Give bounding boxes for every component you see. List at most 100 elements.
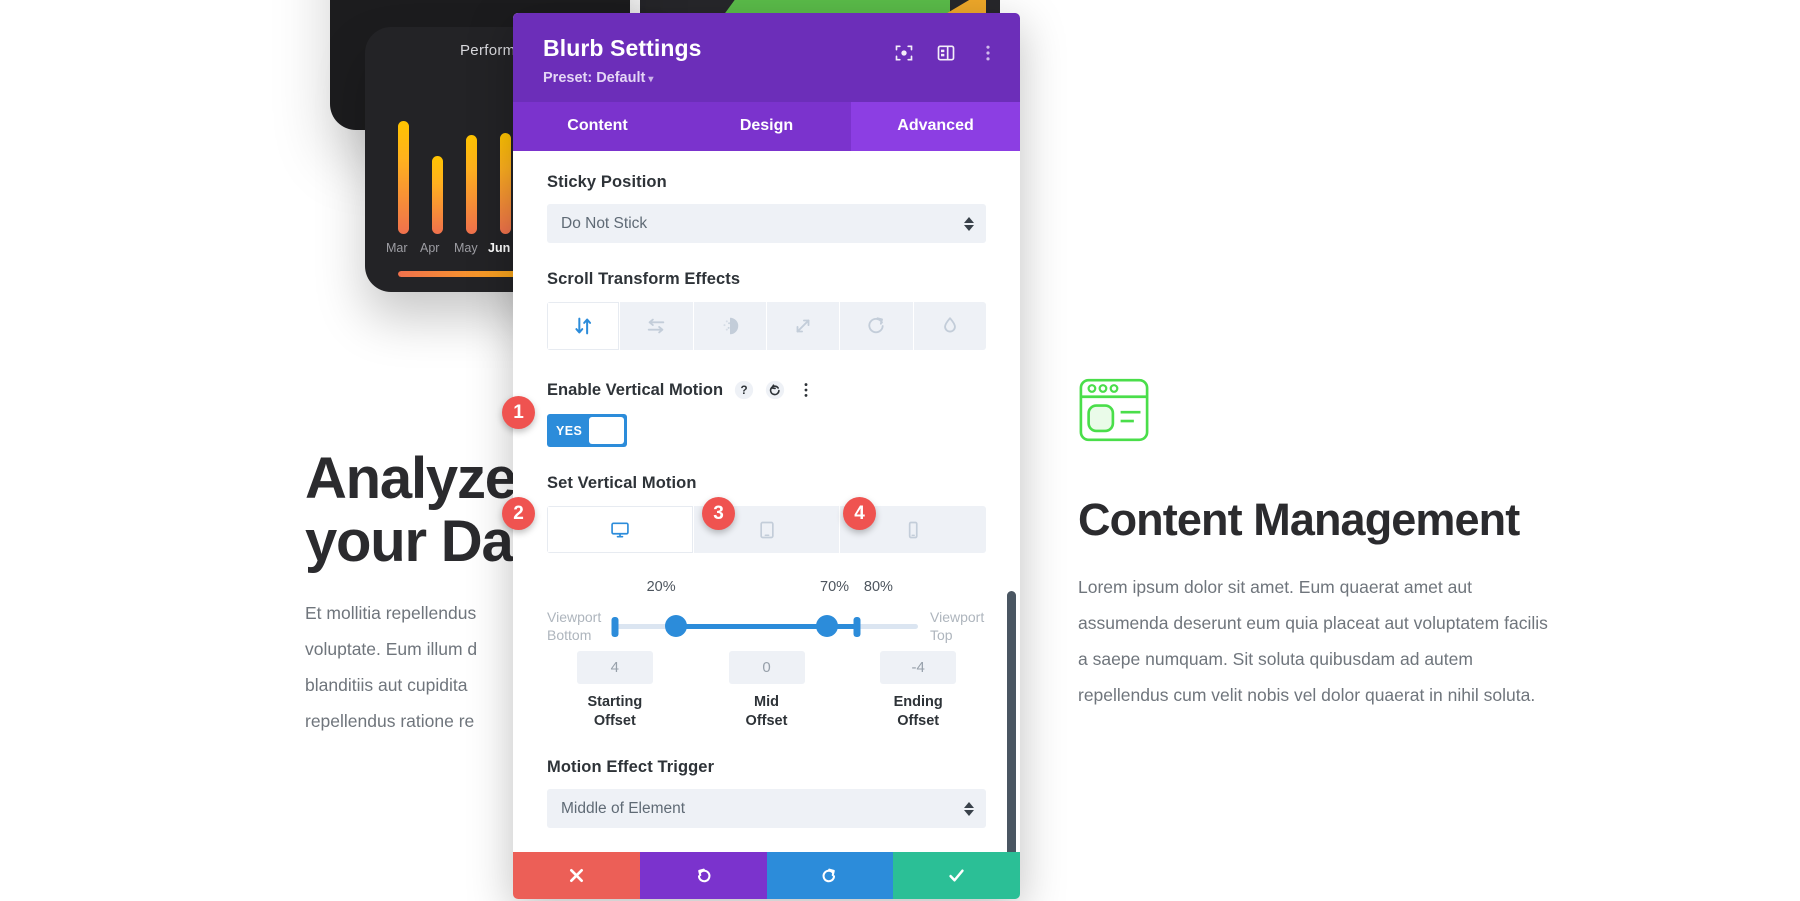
fullscreen-icon[interactable] xyxy=(894,43,914,63)
scaling-up-down-button[interactable] xyxy=(766,302,841,350)
toggle-knob xyxy=(589,417,624,444)
more-options-icon[interactable] xyxy=(978,43,998,63)
enable-vertical-motion-label: Enable Vertical Motion xyxy=(547,380,724,399)
right-paragraph: Lorem ipsum dolor sit amet. Eum quaerat … xyxy=(1078,576,1548,705)
check-icon xyxy=(949,869,964,882)
tab-content[interactable]: Content xyxy=(513,102,682,151)
modal-header: Blurb Settings Preset: Default ▾ xyxy=(513,13,1020,102)
viewport-bottom-label: Viewport Bottom xyxy=(547,609,602,644)
starting-offset-input[interactable] xyxy=(576,651,653,684)
annotation-badge-3: 3 xyxy=(702,497,735,530)
redo-icon xyxy=(822,868,836,883)
range-tick-start: 20% xyxy=(646,579,676,595)
range-handle-start[interactable] xyxy=(664,615,687,638)
offset-inputs: Starting Offset Mid Offset Ending Offs xyxy=(547,651,986,731)
viewport-top-label: Viewport Top xyxy=(930,609,985,644)
modal-tabs: Content Design Advanced xyxy=(513,102,1020,151)
horizontal-motion-icon xyxy=(648,318,665,334)
mock-bar xyxy=(432,155,443,234)
range-cap-end[interactable] xyxy=(853,617,861,638)
motion-effect-trigger-field: Motion Effect Trigger Middle of Element xyxy=(547,758,986,829)
horizontal-motion-button[interactable] xyxy=(620,302,694,350)
enable-vertical-motion-field: Enable Vertical Motion ? YES xyxy=(547,380,986,447)
annotation-badge-4: 4 xyxy=(843,497,876,530)
save-button[interactable] xyxy=(893,852,1020,899)
mock-bar-label: Apr xyxy=(420,241,440,255)
enable-vertical-motion-header: Enable Vertical Motion ? xyxy=(547,380,986,400)
undo-icon xyxy=(697,868,711,883)
range-track[interactable] xyxy=(611,615,918,638)
blur-icon xyxy=(943,317,956,333)
range-tick-labels: 20% 70% 80% xyxy=(547,579,986,599)
set-vertical-motion-field: Set Vertical Motion xyxy=(547,474,986,553)
layout-panel-icon[interactable] xyxy=(936,43,956,63)
redo-button[interactable] xyxy=(766,852,894,899)
screen: Performance Mar Apr May Jun Analyze your… xyxy=(0,0,1800,901)
enable-vertical-motion-toggle[interactable]: YES xyxy=(547,414,627,447)
rotating-icon xyxy=(868,317,885,334)
modal-footer xyxy=(513,852,1020,899)
sticky-position-value: Do Not Stick xyxy=(561,214,648,232)
sticky-position-select[interactable]: Do Not Stick xyxy=(547,204,986,243)
right-heading: Content Management xyxy=(1078,494,1520,545)
fade-in-out-button[interactable] xyxy=(693,302,767,350)
scaling-up-down-icon xyxy=(796,319,810,333)
range-cap-start[interactable] xyxy=(611,617,619,638)
scroll-transform-effects-field: Scroll Transform Effects xyxy=(547,270,986,350)
browser-window-icon xyxy=(1079,378,1149,442)
motion-range-slider: 20% 70% 80% Viewport Bottom Viewport Top xyxy=(547,579,986,643)
ending-offset-input[interactable] xyxy=(880,651,957,684)
tab-design[interactable]: Design xyxy=(682,102,851,151)
annotation-badge-2: 2 xyxy=(502,497,535,530)
mock-bar-label: Jun xyxy=(488,241,511,255)
undo-button[interactable] xyxy=(639,852,767,899)
tablet-icon xyxy=(759,521,774,538)
ending-offset-label: Ending Offset xyxy=(893,694,943,730)
mock-bar xyxy=(466,135,477,234)
cancel-button[interactable] xyxy=(513,852,640,899)
scroll-transform-effects-buttons xyxy=(547,302,986,350)
range-tick-mid: 70% xyxy=(820,579,850,595)
annotation-badge-1: 1 xyxy=(502,396,535,429)
preset-label: Preset: Default xyxy=(543,70,646,86)
header-icon-group xyxy=(894,43,998,63)
motion-effect-trigger-label: Motion Effect Trigger xyxy=(547,758,715,777)
mock-bar-label: Mar xyxy=(386,241,408,255)
range-handle-mid[interactable] xyxy=(816,615,839,638)
help-icon[interactable]: ? xyxy=(734,380,754,400)
sticky-position-label: Sticky Position xyxy=(547,173,667,191)
svg-text:?: ? xyxy=(740,384,747,397)
scroll-transform-effects-label: Scroll Transform Effects xyxy=(547,270,741,288)
range-tick-end: 80% xyxy=(863,579,893,595)
preset-selector[interactable]: Preset: Default ▾ xyxy=(543,70,990,86)
mock-bar xyxy=(500,132,511,234)
ending-offset-group: Ending Offset xyxy=(850,651,986,731)
sticky-position-field: Sticky Position Do Not Stick xyxy=(547,173,986,243)
close-icon xyxy=(569,869,583,882)
phone-icon xyxy=(909,521,918,538)
reset-icon[interactable] xyxy=(765,380,785,400)
mock-bar xyxy=(398,120,409,234)
more-options-icon[interactable] xyxy=(796,380,816,400)
set-vertical-motion-label: Set Vertical Motion xyxy=(547,474,697,492)
starting-offset-group: Starting Offset xyxy=(547,651,683,731)
device-tabs xyxy=(547,506,986,553)
vertical-motion-icon xyxy=(575,317,592,335)
motion-effect-trigger-select[interactable]: Middle of Element xyxy=(547,789,986,829)
device-tab-desktop[interactable] xyxy=(547,506,694,553)
rotating-button[interactable] xyxy=(840,302,914,350)
mid-offset-group: Mid Offset xyxy=(699,651,835,731)
chevron-updown-icon xyxy=(964,216,974,231)
tab-advanced[interactable]: Advanced xyxy=(851,102,1020,151)
mock-bar-label: May xyxy=(454,241,478,255)
mid-offset-input[interactable] xyxy=(728,651,805,684)
modal-scrollbar[interactable] xyxy=(1007,591,1016,852)
chevron-down-icon: ▾ xyxy=(648,74,654,85)
mid-offset-label: Mid Offset xyxy=(745,694,788,730)
blur-button[interactable] xyxy=(913,302,986,350)
chevron-updown-icon xyxy=(964,801,974,816)
vertical-motion-button[interactable] xyxy=(547,302,621,350)
motion-effect-trigger-value: Middle of Element xyxy=(561,799,686,817)
toggle-value: YES xyxy=(556,423,583,438)
starting-offset-label: Starting Offset xyxy=(587,694,643,730)
